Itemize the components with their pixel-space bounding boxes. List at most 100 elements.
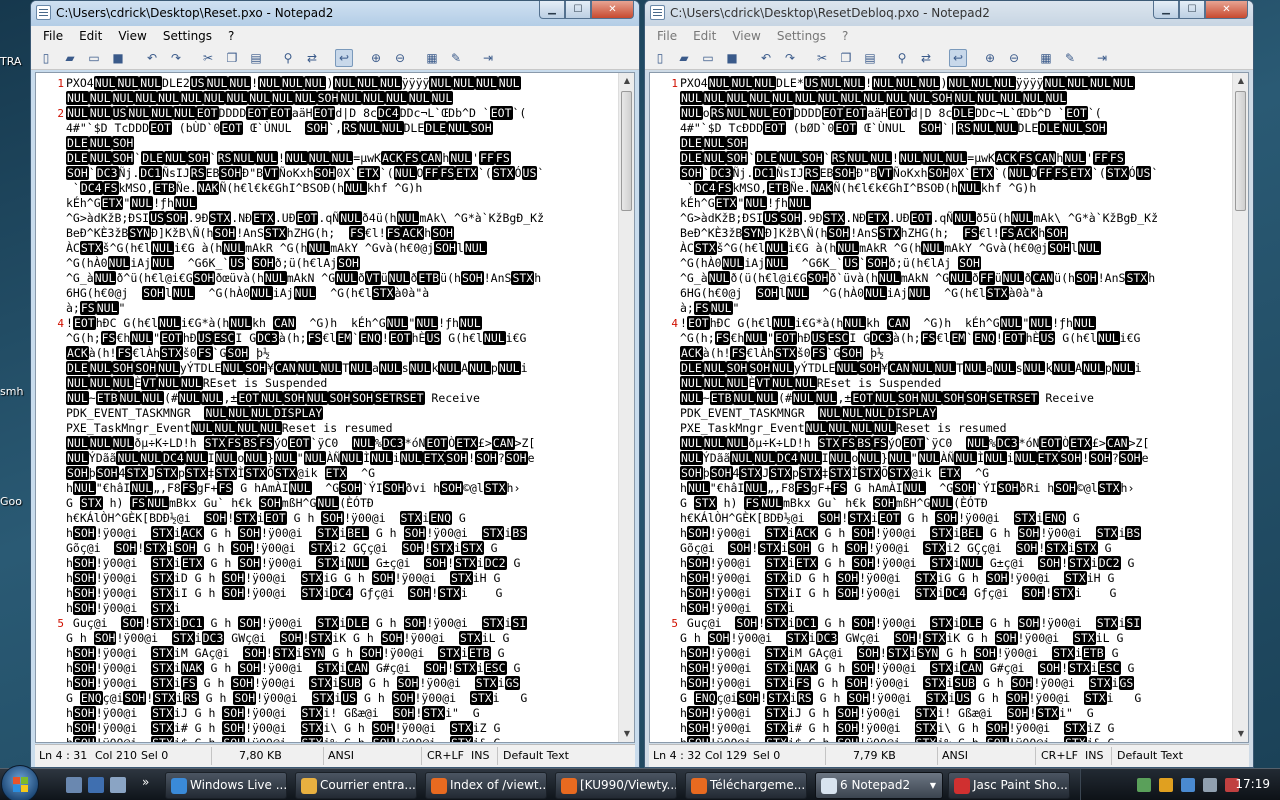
text-line[interactable]: hSOH!ÿ00@i STXi — [66, 601, 544, 616]
notepad-icon[interactable] — [36, 5, 51, 20]
minimize-button[interactable]: ▁ — [539, 1, 565, 19]
status-line-endings[interactable]: CR+LF — [427, 749, 464, 762]
text-line[interactable]: 1 PXO4NUL NUL NULDLE2US NUL NUL!NUL NUL NUL)NUL… — [57, 76, 544, 91]
scroll-thumb[interactable] — [621, 91, 632, 211]
text-line[interactable]: hSOH!ÿ00@i STXiD G h SOH!ÿ00@i STXiG G h… — [680, 571, 1158, 586]
text-line[interactable]: G STX h) FS NULmBkx Gu` h€k SOHmßH^GNUL(È… — [680, 496, 1158, 511]
redo-icon[interactable]: ↷ — [167, 49, 185, 67]
title-bar[interactable]: C:\Users\cdrick\Desktop\ResetDebloq.pxo … — [645, 1, 1253, 26]
new-file-icon[interactable]: ▯ — [37, 49, 55, 67]
text-line[interactable]: G h SOH!ÿ00@i STXiDC3 GWç@i SOH!STXiK G … — [680, 631, 1158, 646]
text-line[interactable]: 4#"`$D TcÐDDEOT (bØD`0EOT Œ`ÙNUL SOH`|RS… — [680, 121, 1158, 136]
volume-icon[interactable] — [1203, 778, 1217, 792]
minimize-button[interactable]: ▁ — [1153, 1, 1179, 19]
text-line[interactable]: kÉh^GETX"NUL!ƒhNUL — [66, 196, 544, 211]
text-line[interactable]: BeÐ^KÈ3žBSYNÐ]KžB\Ñ(hSOH!AnSSTXhZHG(h; F… — [680, 226, 1158, 241]
menu-view[interactable]: View — [110, 29, 154, 43]
text-line[interactable]: ^G(hÀ0NULiAjNUL ^G6K_`US`SOHð;ü(h€lAjSOH — [66, 256, 544, 271]
copy-icon[interactable]: ❐ — [837, 49, 855, 67]
scroll-thumb[interactable] — [1235, 91, 1246, 211]
paste-icon[interactable]: ▤ — [861, 49, 879, 67]
shield-icon[interactable] — [1159, 778, 1173, 792]
open-file-icon[interactable]: ▭ — [85, 49, 103, 67]
menu-settings[interactable]: Settings — [769, 29, 834, 43]
text-line[interactable]: hSOH!ÿ00@i STXiJ G h SOH!ÿ00@i STXi! Gßæ… — [66, 706, 544, 721]
text-line[interactable]: à;FS NUL" — [66, 301, 544, 316]
notepad-icon[interactable] — [650, 5, 665, 20]
text-line[interactable]: hSOH!ÿ00@i STXiI G h SOH!ÿ00@i STXiDC4 G… — [66, 586, 544, 601]
text-line[interactable]: hSOH!ÿ00@i STXiFS G h SOH!ÿ00@i STXiSUB … — [680, 676, 1158, 691]
exit-icon[interactable]: ⇥ — [1093, 49, 1111, 67]
text-line[interactable]: NUL NUL NUL NUL NUL NUL NUL NUL NUL NUL NUL SOH NUL N… — [680, 91, 1158, 106]
taskbar-button[interactable]: Courrier entra... — [295, 772, 417, 799]
undo-icon[interactable]: ↶ — [757, 49, 775, 67]
text-line[interactable]: kÉh^GETX"NUL!ƒhNUL — [680, 196, 1158, 211]
text-line[interactable]: G h SOH!ÿ00@i STXiDC3 GWç@i SOH!STXiK G … — [66, 631, 544, 646]
text-line[interactable]: DLE NUL SOH — [66, 136, 544, 151]
language-icon[interactable] — [1181, 778, 1195, 792]
desktop-icon-label[interactable]: TRA — [0, 55, 21, 68]
save-icon[interactable]: ■ — [723, 49, 741, 67]
text-line[interactable]: PXE_TaskMngr_EventNUL NUL NUL NULReset is r… — [66, 421, 544, 436]
text-editor[interactable]: 1 PXO4NUL NUL NULDLE2US NUL NUL!NUL NUL NUL)NUL… — [35, 72, 635, 743]
text-line[interactable]: NUL~ETB NUL NUL(#NUL NUL,±EOT NUL SOH NUL SOH SO… — [66, 391, 544, 406]
taskbar-button[interactable]: Index of /viewt... — [425, 772, 547, 799]
text-line[interactable]: ^G>àdKžB;ÐSIUS SOH.9ÐSTX.NÐETX.UÐEOT.qÑNU… — [66, 211, 544, 226]
menu-settings[interactable]: Settings — [155, 29, 220, 43]
text-line[interactable]: DLE NUL SOH — [680, 136, 1158, 151]
text-line[interactable]: SOHþSOH4STXJSTXpSTX‡STXÌSTXÕSTX@ik ETX ^… — [680, 466, 1158, 481]
text-line[interactable]: hSOH!ÿ00@i STXiFS G h SOH!ÿ00@i STXiSUB … — [66, 676, 544, 691]
save-icon[interactable]: ■ — [109, 49, 127, 67]
scroll-down-icon[interactable]: ▼ — [619, 726, 634, 742]
vertical-scrollbar[interactable]: ▲ ▼ — [618, 73, 634, 742]
close-button[interactable]: ✕ — [591, 1, 634, 19]
text-line[interactable]: DLE NUL SOH`DLE NUL SOH`RS NUL NUL!NUL NUL NUL=µ… — [66, 151, 544, 166]
exit-icon[interactable]: ⇥ — [479, 49, 497, 67]
text-line[interactable]: ^G_àNULð^ü(h€l@i€GSOHðœüvà(hNULmAkN ^GNU… — [66, 271, 544, 286]
maximize-button[interactable]: ☐ — [565, 1, 591, 19]
text-line[interactable]: 1 PXO4NUL NUL NULDLE*US NUL NUL!NUL NUL NUL)NUL… — [671, 76, 1158, 91]
text-line[interactable]: hSOH!ÿ00@i STXiNAK G h SOH!ÿ00@i STXiCAN… — [66, 661, 544, 676]
text-line[interactable]: hSOH!ÿ00@i STXiM GAç@i SOH!STXiSYN G h S… — [66, 646, 544, 661]
quick-launch-overflow-icon[interactable]: » — [142, 775, 149, 789]
replace-icon[interactable]: ⇄ — [303, 49, 321, 67]
text-line[interactable]: à;FS NUL" — [680, 301, 1158, 316]
text-line[interactable]: G STX h) FS NULmBkx Gu` h€k SOHmßH^GNUL(È… — [66, 496, 544, 511]
text-line[interactable]: NUL NUL NULðµ÷K÷LD!h STX FS BS FSýOEOT`ÿC0 NU… — [680, 436, 1158, 451]
text-line[interactable]: hSOH!ÿ00@i STXiI G h SOH!ÿ00@i STXiDC4 G… — [680, 586, 1158, 601]
text-line[interactable]: ÀCSTXš^G(h€lNULi€G à(hNULmAkR ^G(hNULmAk… — [66, 241, 544, 256]
text-line[interactable]: ^G>àdKžB;ÐSIUS SOH.9ÐSTX.NÐETX.UÐEOT.qÑNU… — [680, 211, 1158, 226]
settings-icon[interactable]: ✎ — [447, 49, 465, 67]
text-line[interactable]: `DC4 FSkMSO,ETBÑe.NAKÑ(h€l€k€GhI^BSOÐ(hNU… — [66, 181, 544, 196]
taskbar-button[interactable]: 6 Notepad2 ▼ — [815, 772, 943, 799]
scroll-down-icon[interactable]: ▼ — [1233, 726, 1248, 742]
text-line[interactable]: h€KÁlÒH^GÈK[BDÐ½@i SOH!STXiEOT G h SOH!ÿ… — [66, 511, 544, 526]
start-button[interactable] — [1, 765, 39, 800]
copy-icon[interactable]: ❐ — [223, 49, 241, 67]
text-line[interactable]: NULoRS NUL NUL EOTDDDDEOT EOTaäHEOTd|D 8cDLE… — [680, 106, 1158, 121]
text-line[interactable]: NUL~ETB NUL NUL(#NUL NUL,±EOT NUL SOH NUL SOH SO… — [680, 391, 1158, 406]
close-button[interactable]: ✕ — [1205, 1, 1248, 19]
editor-content[interactable]: 1 PXO4NUL NUL NULDLE2US NUL NUL!NUL NUL NUL)NUL… — [57, 76, 544, 742]
maximize-button[interactable]: ☐ — [1179, 1, 1205, 19]
new-file-icon[interactable]: ▯ — [651, 49, 669, 67]
text-line[interactable]: ACKà(h!FS€lÀhSTXš0FS`GSOH þ½ — [680, 346, 1158, 361]
undo-icon[interactable]: ↶ — [143, 49, 161, 67]
open-folder-icon[interactable]: ▰ — [61, 49, 79, 67]
status-encoding[interactable]: ANSI — [328, 749, 354, 762]
text-line[interactable]: 5 Guç@i SOH!STXiDC1 G h SOH!ÿ00@i STXiDL… — [671, 616, 1158, 631]
menu-edit[interactable]: Edit — [685, 29, 724, 43]
menu-file[interactable]: File — [35, 29, 71, 43]
text-line[interactable]: ACKà(h!FS€lÀhSTXš0FS`GSOH þ½ — [66, 346, 544, 361]
text-line[interactable]: 2 NUL NUL US NUL NUL NUL EOTDDDDEOT EOTaäHEOTd|D… — [57, 106, 544, 121]
text-line[interactable]: Gõç@i SOH!STXiSOH G h SOH!ÿ00@i STXi2 GÇ… — [680, 541, 1158, 556]
vertical-scrollbar[interactable]: ▲ ▼ — [1232, 73, 1248, 742]
menu-view[interactable]: View — [724, 29, 768, 43]
text-line[interactable]: BeÐ^KÈ3žBSYNÐ]KžB\Ñ(hSOH!AnSSTXhZHG(h; F… — [66, 226, 544, 241]
status-line-endings[interactable]: CR+LF — [1041, 749, 1078, 762]
word-wrap-icon[interactable]: ↩ — [335, 49, 353, 67]
status-scheme[interactable]: Default Text — [1117, 749, 1183, 762]
text-line[interactable]: hSOH!ÿ00@i STXi$ G h SOH!ÿ00@i STXi% G h… — [680, 736, 1158, 742]
text-line[interactable]: SOH`DC3Ñj.DC1ÑsIJRSEBSOHÐ"BVTÑoKxhSOH0X`… — [66, 166, 544, 181]
text-line[interactable]: NUL NUL NULÈVT NUL NULREset is Suspended — [680, 376, 1158, 391]
